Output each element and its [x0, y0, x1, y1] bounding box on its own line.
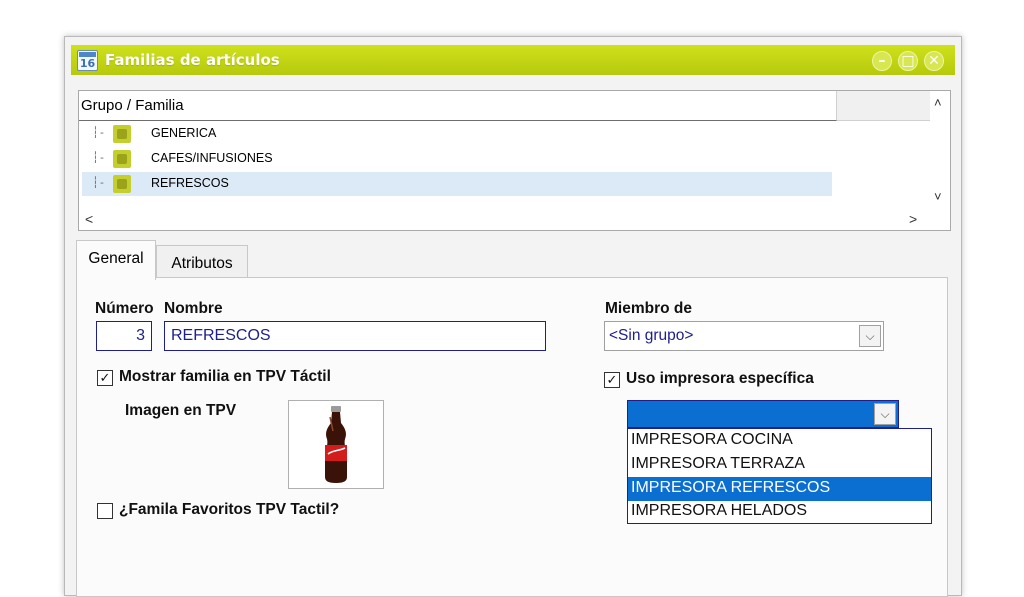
tree-connector: ┆-: [92, 176, 106, 189]
printer-select[interactable]: ⌵: [627, 400, 899, 428]
scroll-right-icon[interactable]: >: [909, 211, 917, 227]
tree-item-label: CAFES/INFUSIONES: [151, 151, 273, 165]
tree-vertical-scrollbar[interactable]: ˄ ˅: [930, 91, 950, 209]
puzzle-piece-icon: [113, 175, 131, 193]
tree-item-label: REFRESCOS: [151, 176, 229, 190]
chevron-down-icon[interactable]: ⌵: [859, 325, 881, 347]
tree-column-header[interactable]: Grupo / Familia: [79, 91, 837, 121]
tpv-image[interactable]: [288, 400, 384, 489]
family-tree[interactable]: Grupo / Familia ┆- GENERICA ┆- CAFES/INF…: [78, 90, 951, 231]
favoritos-checkbox[interactable]: [97, 503, 113, 519]
impresora-label[interactable]: Uso impresora específica: [626, 370, 814, 388]
minimize-button[interactable]: –: [872, 51, 892, 71]
tree-item-refrescos[interactable]: ┆- REFRESCOS: [82, 172, 832, 196]
impresora-checkbox[interactable]: ✓: [604, 372, 620, 388]
imagen-label: Imagen en TPV: [125, 402, 237, 419]
tree-item-generica[interactable]: ┆- GENERICA: [82, 122, 832, 146]
calendar-app-icon: 16: [77, 50, 98, 71]
mostrar-label[interactable]: Mostrar familia en TPV Táctil: [119, 368, 331, 386]
printer-option-helados[interactable]: IMPRESORA HELADOS: [628, 500, 931, 524]
close-button[interactable]: ✕: [924, 51, 944, 71]
favoritos-label[interactable]: ¿Famila Favoritos TPV Tactil?: [119, 501, 339, 519]
restore-button[interactable]: □: [898, 51, 918, 71]
nombre-label: Nombre: [164, 300, 223, 317]
printer-option-refrescos[interactable]: IMPRESORA REFRESCOS: [628, 477, 931, 501]
scroll-up-icon[interactable]: ˄: [934, 95, 942, 110]
puzzle-piece-icon: [113, 125, 131, 143]
miembro-label: Miembro de: [605, 300, 692, 317]
tree-header-filler: [837, 91, 932, 121]
tree-item-cafes-infusiones[interactable]: ┆- CAFES/INFUSIONES: [82, 147, 832, 171]
mostrar-checkbox[interactable]: ✓: [97, 370, 113, 386]
scroll-left-icon[interactable]: <: [85, 211, 93, 227]
miembro-select[interactable]: <Sin grupo> ⌵: [604, 321, 884, 351]
puzzle-piece-icon: [113, 150, 131, 168]
chevron-down-icon[interactable]: ⌵: [874, 403, 896, 425]
tree-connector: ┆-: [92, 151, 106, 164]
tab-atributos[interactable]: Atributos: [156, 245, 248, 278]
numero-label: Número: [95, 300, 154, 317]
printer-option-terraza[interactable]: IMPRESORA TERRAZA: [628, 453, 931, 477]
familias-window: 16 Familias de artículos – □ ✕ Grupo / F…: [64, 36, 962, 597]
miembro-value: <Sin grupo>: [609, 327, 694, 344]
tree-connector: ┆-: [92, 126, 106, 139]
window-title: Familias de artículos: [105, 51, 280, 69]
tree-item-label: GENERICA: [151, 126, 217, 140]
numero-field[interactable]: 3: [96, 321, 152, 351]
scroll-down-icon[interactable]: ˅: [934, 189, 942, 204]
nombre-field[interactable]: REFRESCOS: [164, 321, 546, 351]
soda-bottle-icon: [325, 406, 347, 483]
printer-option-cocina[interactable]: IMPRESORA COCINA: [628, 429, 931, 453]
tree-horizontal-scrollbar[interactable]: < >: [79, 210, 932, 230]
title-bar[interactable]: 16 Familias de artículos – □ ✕: [71, 45, 955, 75]
tab-general[interactable]: General: [76, 240, 156, 280]
printer-dropdown-list[interactable]: IMPRESORA COCINA IMPRESORA TERRAZA IMPRE…: [627, 428, 932, 524]
